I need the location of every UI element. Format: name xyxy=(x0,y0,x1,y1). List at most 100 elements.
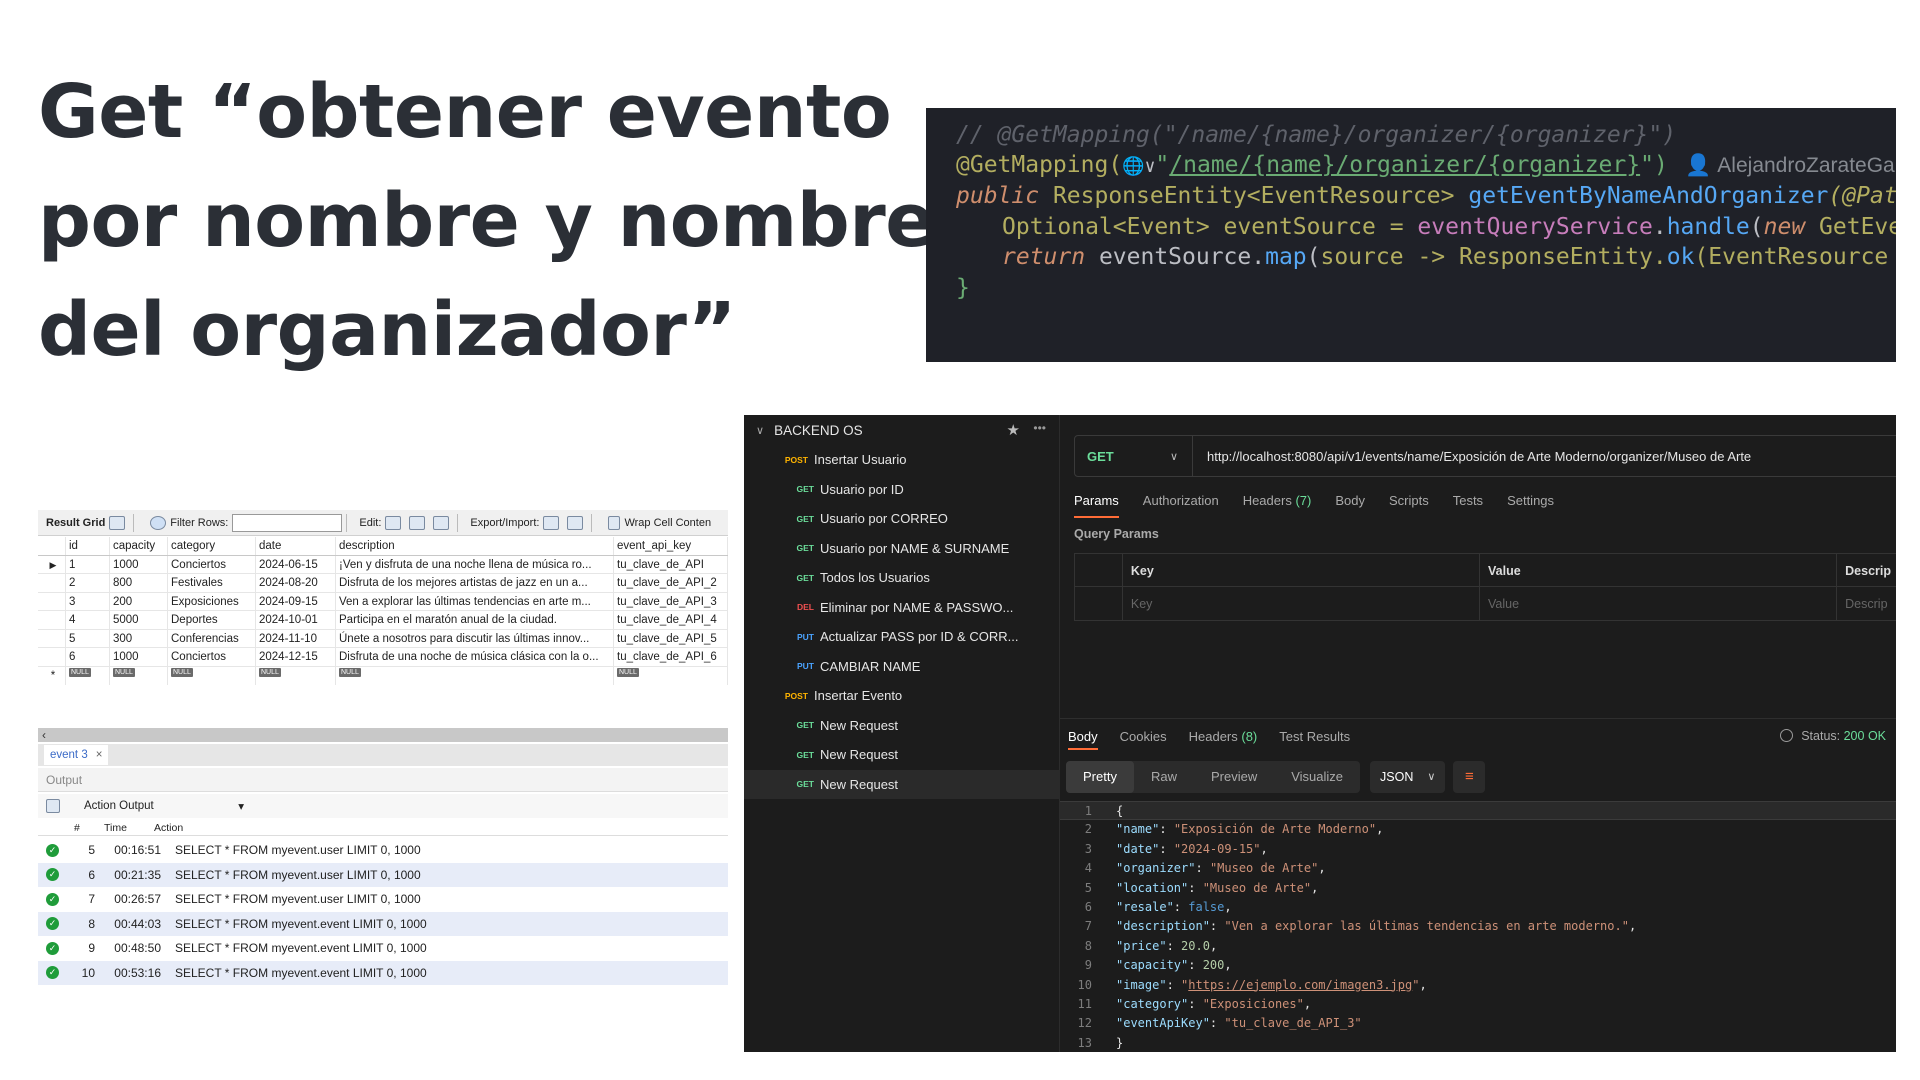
method-select[interactable]: GET ∨ xyxy=(1075,436,1193,476)
tab-event-3[interactable]: event 3 × xyxy=(44,745,109,765)
tab-tests[interactable]: Tests xyxy=(1453,493,1483,518)
row-selector[interactable] xyxy=(38,648,66,666)
table-cell[interactable]: 2024-10-01 xyxy=(256,611,336,629)
output-row[interactable]: ✓ 5 00:16:51 SELECT * FROM myevent.user LIM… xyxy=(38,838,728,862)
column-header[interactable]: capacity xyxy=(110,537,168,555)
sidebar-request-item[interactable]: GET Usuario por ID xyxy=(744,475,1060,504)
export-icon[interactable] xyxy=(543,515,560,530)
import-icon[interactable] xyxy=(567,515,584,530)
table-cell[interactable]: 5 xyxy=(66,629,110,647)
collection-header[interactable]: ∨ BACKEND OS ★ ••• xyxy=(744,415,1060,445)
sidebar-request-item[interactable]: PUT Actualizar PASS por ID & CORR... xyxy=(744,622,1060,651)
column-header[interactable]: event_api_key xyxy=(614,537,728,555)
table-cell[interactable]: tu_clave_de_API_3 xyxy=(614,592,728,610)
sidebar-request-item[interactable]: PUT CAMBIAR NAME xyxy=(744,652,1060,681)
table-cell[interactable]: Exposiciones xyxy=(168,592,256,610)
table-cell[interactable]: Conferencias xyxy=(168,629,256,647)
table-row[interactable]: 6 1000 Conciertos 2024-12-15 Disfruta de una… xyxy=(38,648,728,667)
tab-response-headers[interactable]: Headers (8) xyxy=(1189,729,1258,744)
horizontal-scrollbar[interactable]: ‹ xyxy=(38,728,728,742)
star-icon[interactable]: ★ xyxy=(1007,421,1020,439)
table-cell[interactable]: Deportes xyxy=(168,611,256,629)
sidebar-request-item[interactable]: GET Usuario por NAME & SURNAME xyxy=(744,534,1060,563)
table-row[interactable]: 5 300 Conferencias 2024-11-10 Únete a nosotr… xyxy=(38,629,728,648)
table-cell[interactable]: 300 xyxy=(110,629,168,647)
sidebar-request-item[interactable]: GET Todos los Usuarios xyxy=(744,563,1060,592)
output-row[interactable]: ✓ 8 00:44:03 SELECT * FROM myevent.event LI… xyxy=(38,911,728,936)
sidebar-request-item[interactable]: GET New Request xyxy=(744,769,1060,799)
tab-body[interactable]: Body xyxy=(1335,493,1365,518)
row-selector[interactable]: ▶ xyxy=(38,555,66,573)
column-header[interactable]: id xyxy=(66,537,110,555)
format-visualize[interactable]: Visualize xyxy=(1274,761,1360,793)
mapping-path[interactable]: /name/{name}/organizer/{organizer} xyxy=(1169,152,1640,178)
table-cell[interactable]: Conciertos xyxy=(168,555,256,573)
row-selector[interactable] xyxy=(38,592,66,610)
table-cell[interactable]: Disfruta de una noche de música clásica … xyxy=(336,648,614,666)
table-cell[interactable]: 2024-06-15 xyxy=(256,555,336,573)
column-header[interactable]: date xyxy=(256,537,336,555)
table-cell[interactable]: tu_clave_de_API_2 xyxy=(614,574,728,592)
table-cell[interactable]: ¡Ven y disfruta de una noche llena de mú… xyxy=(336,555,614,573)
table-cell[interactable]: 200 xyxy=(110,592,168,610)
format-raw[interactable]: Raw xyxy=(1134,761,1194,793)
table-cell[interactable]: Participa en el maratón anual de la ciud… xyxy=(336,611,614,629)
filter-rows-input[interactable] xyxy=(232,513,343,532)
output-row[interactable]: ✓ 10 00:53:16 SELECT * FROM myevent.event L… xyxy=(38,960,728,985)
refresh-icon[interactable] xyxy=(150,515,167,530)
format-preview[interactable]: Preview xyxy=(1194,761,1274,793)
sidebar-request-item[interactable]: GET New Request xyxy=(744,740,1060,769)
output-row[interactable]: ✓ 9 00:48:50 SELECT * FROM myevent.event LI… xyxy=(38,936,728,960)
table-cell[interactable]: 3 xyxy=(66,592,110,610)
tab-params[interactable]: Params xyxy=(1074,493,1119,518)
row-selector[interactable] xyxy=(38,574,66,592)
sidebar-request-item[interactable]: POST Insertar Evento xyxy=(744,681,1060,710)
table-cell[interactable]: Disfruta de los mejores artistas de jazz… xyxy=(336,574,614,592)
table-row[interactable]: ▶ 1 1000 Conciertos 2024-06-15 ¡Ven y disfrut… xyxy=(38,555,728,574)
table-cell[interactable]: 1000 xyxy=(110,648,168,666)
grid-icon[interactable] xyxy=(109,515,126,530)
sidebar-request-item[interactable]: GET New Request xyxy=(744,711,1060,740)
edit-row-icon[interactable] xyxy=(385,515,402,530)
param-value-input[interactable]: Value xyxy=(1480,587,1838,620)
tab-authorization[interactable]: Authorization xyxy=(1143,493,1219,518)
tab-headers[interactable]: Headers (7) xyxy=(1243,493,1312,518)
row-selector[interactable] xyxy=(38,629,66,647)
close-icon[interactable]: × xyxy=(96,749,103,761)
tab-cookies[interactable]: Cookies xyxy=(1120,729,1167,744)
language-select[interactable]: JSON ∨ xyxy=(1370,761,1446,793)
sidebar-request-item[interactable]: POST Insertar Usuario xyxy=(744,445,1060,474)
tab-test-results[interactable]: Test Results xyxy=(1279,729,1350,744)
table-cell[interactable]: Festivales xyxy=(168,574,256,592)
column-header[interactable]: category xyxy=(168,537,256,555)
wrap-lines-icon[interactable]: ≡ xyxy=(1453,761,1486,793)
chevron-down-icon[interactable]: ∨ xyxy=(756,424,764,437)
tab-response-body[interactable]: Body xyxy=(1068,723,1098,750)
table-cell[interactable]: Conciertos xyxy=(168,648,256,666)
table-cell[interactable]: tu_clave_de_API_4 xyxy=(614,611,728,629)
tab-scripts[interactable]: Scripts xyxy=(1389,493,1429,518)
table-cell[interactable]: 1000 xyxy=(110,555,168,573)
table-cell[interactable]: 2024-09-15 xyxy=(256,592,336,610)
table-cell[interactable]: 5000 xyxy=(110,611,168,629)
table-cell[interactable]: 2 xyxy=(66,574,110,592)
table-cell[interactable]: tu_clave_de_API_6 xyxy=(614,648,728,666)
table-cell[interactable]: 2024-12-15 xyxy=(256,648,336,666)
table-cell[interactable]: tu_clave_de_API_5 xyxy=(614,629,728,647)
table-cell[interactable]: Únete a nosotros para discutir las últim… xyxy=(336,629,614,647)
format-pretty[interactable]: Pretty xyxy=(1066,761,1134,793)
row-selector[interactable] xyxy=(38,611,66,629)
table-cell[interactable]: 4 xyxy=(66,611,110,629)
table-cell[interactable]: 2024-11-10 xyxy=(256,629,336,647)
sidebar-request-item[interactable]: GET Usuario por CORREO xyxy=(744,504,1060,533)
url-input[interactable]: http://localhost:8080/api/v1/events/name… xyxy=(1207,449,1751,464)
scroll-left-icon[interactable]: ‹ xyxy=(42,728,46,742)
more-icon[interactable]: ••• xyxy=(1033,421,1046,435)
wrap-icon[interactable] xyxy=(608,515,621,530)
output-row[interactable]: ✓ 7 00:26:57 SELECT * FROM myevent.user LIM… xyxy=(38,887,728,911)
table-row[interactable]: 3 200 Exposiciones 2024-09-15 Ven a explorar… xyxy=(38,592,728,611)
copy-icon[interactable] xyxy=(46,799,60,813)
action-output-select[interactable]: Action Output ▾ xyxy=(84,797,244,815)
delete-row-icon[interactable] xyxy=(433,515,450,530)
sidebar-request-item[interactable]: DEL Eliminar por NAME & PASSWO... xyxy=(744,593,1060,622)
